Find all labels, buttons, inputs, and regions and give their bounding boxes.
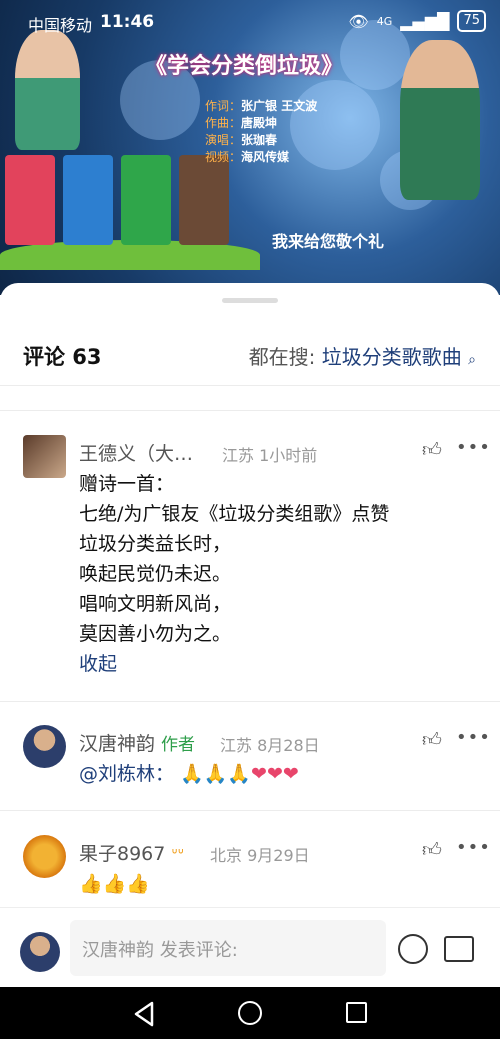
comment-body: 👍👍👍	[79, 869, 150, 899]
eye-icon: 👁	[348, 11, 369, 31]
collapse-link[interactable]: 收起	[79, 649, 389, 679]
girl-right-image	[400, 40, 480, 200]
carrier-label: 中国移动	[28, 16, 93, 35]
video-caption: 我来给您敬个礼	[272, 232, 385, 251]
home-icon[interactable]	[238, 1001, 262, 1025]
video-player[interactable]: 中国移动 11:46 👁 4G ▂▄▆█ 75 《学会分类倒垃圾》 作词：张广银…	[0, 0, 500, 295]
thumbs-up-icon[interactable]: 👍︎	[422, 729, 442, 752]
avatar[interactable]	[23, 835, 66, 878]
comment-author[interactable]: 果子8967	[79, 843, 165, 865]
credit-line: 演唱：张珈春	[205, 133, 278, 147]
video-credits: 作词：张广银 王文波 作曲：唐殿坤 演唱：张珈春 视频：海风传媒	[205, 98, 317, 166]
search-prefix: 都在搜:	[248, 345, 316, 369]
recent-apps-icon[interactable]	[346, 1002, 367, 1023]
comment-location: 江苏	[222, 446, 255, 465]
comment-line: 垃圾分类益长时，	[79, 533, 232, 555]
credit-line: 作词：张广银 王文波	[205, 99, 318, 113]
comment-body: 赠诗一首： 七绝/为广银友《垃圾分类组歌》点赞 垃圾分类益长时， 唤起民觉仍未迟…	[79, 469, 389, 679]
network-label: 4G	[376, 14, 393, 28]
author-badge: 作者	[161, 735, 196, 755]
comment-author-row: 果子8967 ᐡᐡ	[79, 839, 184, 866]
comment-line: 唤起民觉仍未迟。	[79, 563, 232, 585]
more-icon[interactable]: •••	[456, 727, 491, 748]
divider	[0, 410, 500, 411]
comment-input-bar: 汉唐神韵 发表评论:	[0, 907, 500, 987]
emoji-icon[interactable]	[398, 934, 428, 964]
divider	[0, 810, 500, 811]
image-icon[interactable]	[444, 936, 474, 962]
more-icon[interactable]: •••	[456, 437, 491, 458]
search-keyword[interactable]: 垃圾分类歌歌曲	[322, 345, 462, 369]
divider	[0, 701, 500, 702]
comment-time: 9月29日	[247, 846, 310, 865]
red-bin	[5, 155, 55, 245]
green-bin	[121, 155, 171, 245]
comment-input[interactable]: 汉唐神韵 发表评论:	[70, 920, 386, 976]
drag-handle[interactable]	[222, 298, 278, 303]
comment-author[interactable]: 汉唐神韵	[79, 733, 155, 755]
signal-icon: ▂▄▆█	[400, 11, 450, 31]
search-icon[interactable]: ⌕	[468, 352, 476, 368]
comment-line: 七绝/为广银友《垃圾分类组歌》点赞	[79, 503, 390, 525]
comments-header: 评论 63 都在搜: 垃圾分类歌歌曲 ⌕	[0, 323, 500, 383]
status-bar: 中国移动 11:46 👁 4G ▂▄▆█ 75	[0, 8, 500, 38]
recycle-bins-image	[5, 155, 229, 245]
comment-location: 北京	[210, 846, 243, 865]
comment-author[interactable]: 王德义（大…	[79, 439, 193, 466]
credit-line: 视频：海风传媒	[205, 150, 290, 164]
search-suggestion[interactable]: 都在搜: 垃圾分类歌歌曲 ⌕	[249, 341, 476, 370]
comment-meta: 北京 9月29日	[210, 842, 310, 866]
comment-author-row: 汉唐神韵 作者	[79, 729, 195, 756]
back-icon[interactable]	[132, 1001, 156, 1027]
comment-time: 1小时前	[259, 446, 318, 465]
comment-line: 莫因善小勿为之。	[79, 623, 232, 645]
clock: 11:46	[100, 12, 155, 32]
video-title: 《学会分类倒垃圾》	[145, 53, 344, 79]
thumbs-up-icon[interactable]: 👍︎	[422, 439, 442, 462]
comment-count: 评论 63	[23, 345, 102, 369]
comment-line: 唱响文明新风尚，	[79, 593, 232, 615]
avatar[interactable]	[23, 435, 66, 478]
comment-body: @刘栋林： 🙏🙏🙏❤❤❤	[79, 759, 299, 789]
divider	[0, 385, 500, 386]
mention-link[interactable]: @刘栋林：	[79, 763, 174, 785]
emoji-text: 👍👍👍	[79, 873, 150, 895]
more-icon[interactable]: •••	[456, 837, 491, 858]
credit-line: 作曲：唐殿坤	[205, 116, 278, 130]
comment-line: 赠诗一首：	[79, 473, 175, 495]
vip-icon: ᐡᐡ	[171, 845, 184, 864]
battery-icon: 75	[457, 10, 486, 32]
system-nav-bar	[0, 987, 500, 1039]
comment-location: 江苏	[220, 736, 253, 755]
comment-meta: 江苏 1小时前	[222, 442, 317, 466]
girl-left-image	[15, 30, 80, 150]
brown-bin	[179, 155, 229, 245]
blue-bin	[63, 155, 113, 245]
comment-meta: 江苏 8月28日	[220, 732, 320, 756]
comment-time: 8月28日	[257, 736, 320, 755]
emoji-text: 🙏🙏🙏❤❤❤	[180, 763, 299, 785]
my-avatar[interactable]	[20, 932, 60, 972]
avatar[interactable]	[23, 725, 66, 768]
thumbs-up-icon[interactable]: 👍︎	[422, 839, 442, 862]
